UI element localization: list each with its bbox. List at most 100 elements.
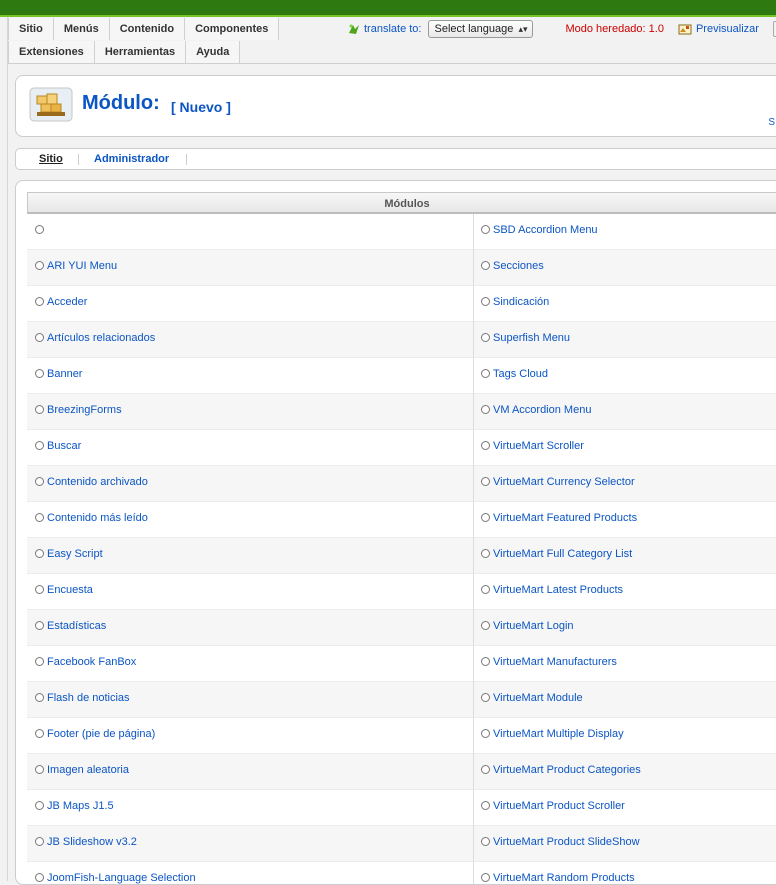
radio-button-icon[interactable] [35, 549, 44, 558]
radio-button-icon[interactable] [35, 729, 44, 738]
module-option[interactable]: Tags Cloud [474, 358, 776, 394]
module-option[interactable]: VirtueMart Product SlideShow [474, 826, 776, 862]
preview-link[interactable]: Previsualizar [696, 23, 759, 35]
menu-herramientas[interactable]: Herramientas [94, 41, 187, 63]
module-name[interactable]: SBD Accordion Menu [493, 223, 598, 237]
module-name[interactable]: Flash de noticias [47, 691, 130, 705]
radio-button-icon[interactable] [481, 801, 490, 810]
module-option[interactable]: ARI YUI Menu [27, 250, 474, 286]
radio-button-icon[interactable] [35, 513, 44, 522]
module-name[interactable]: Sindicación [493, 295, 549, 309]
module-option[interactable]: Banner [27, 358, 474, 394]
radio-button-icon[interactable] [35, 477, 44, 486]
module-option[interactable]: VirtueMart Latest Products [474, 574, 776, 610]
radio-button-icon[interactable] [35, 333, 44, 342]
radio-button-icon[interactable] [35, 585, 44, 594]
radio-button-icon[interactable] [35, 261, 44, 270]
menu-extensiones[interactable]: Extensiones [8, 41, 95, 63]
radio-button-icon[interactable] [481, 369, 490, 378]
toolbar-edge-link[interactable]: S [768, 117, 775, 128]
radio-button-icon[interactable] [481, 261, 490, 270]
radio-button-icon[interactable] [481, 225, 490, 234]
module-option[interactable]: VM Accordion Menu [474, 394, 776, 430]
module-name[interactable]: VirtueMart Login [493, 619, 574, 633]
module-name[interactable]: ARI YUI Menu [47, 259, 117, 273]
module-option[interactable]: Superfish Menu [474, 322, 776, 358]
module-name[interactable]: VirtueMart Multiple Display [493, 727, 624, 741]
module-name[interactable]: VM Accordion Menu [493, 403, 591, 417]
module-option[interactable]: VirtueMart Full Category List [474, 538, 776, 574]
module-option[interactable]: SBD Accordion Menu [474, 214, 776, 250]
module-option[interactable]: Artículos relacionados [27, 322, 474, 358]
module-option[interactable]: VirtueMart Featured Products [474, 502, 776, 538]
menu-contenido[interactable]: Contenido [109, 18, 186, 40]
radio-button-icon[interactable] [481, 513, 490, 522]
module-option[interactable]: Encuesta [27, 574, 474, 610]
module-name[interactable]: VirtueMart Product Scroller [493, 799, 625, 813]
radio-button-icon[interactable] [35, 297, 44, 306]
module-name[interactable]: Estadísticas [47, 619, 106, 633]
menu-ayuda[interactable]: Ayuda [186, 41, 241, 63]
module-option[interactable]: Easy Script [27, 538, 474, 574]
module-option[interactable]: VirtueMart Product Categories [474, 754, 776, 790]
module-name[interactable]: VirtueMart Product SlideShow [493, 835, 640, 849]
radio-button-icon[interactable] [35, 765, 44, 774]
module-option[interactable]: VirtueMart Product Scroller [474, 790, 776, 826]
radio-button-icon[interactable] [481, 765, 490, 774]
menu-menus[interactable]: Menús [53, 18, 110, 40]
radio-button-icon[interactable] [481, 729, 490, 738]
module-option[interactable]: Contenido archivado [27, 466, 474, 502]
module-name[interactable]: Imagen aleatoria [47, 763, 129, 777]
radio-button-icon[interactable] [481, 477, 490, 486]
module-option[interactable]: BreezingForms [27, 394, 474, 430]
module-option[interactable]: VirtueMart Random Products [474, 862, 776, 884]
module-option[interactable]: VirtueMart Multiple Display [474, 718, 776, 754]
module-name[interactable]: VirtueMart Full Category List [493, 547, 632, 561]
module-option[interactable]: Sindicación [474, 286, 776, 322]
module-option[interactable]: Acceder [27, 286, 474, 322]
radio-button-icon[interactable] [481, 297, 490, 306]
module-name[interactable]: Buscar [47, 439, 81, 453]
module-name[interactable]: Tags Cloud [493, 367, 548, 381]
radio-button-icon[interactable] [35, 369, 44, 378]
module-name[interactable]: VirtueMart Scroller [493, 439, 584, 453]
module-name[interactable]: Acceder [47, 295, 87, 309]
radio-button-icon[interactable] [481, 837, 490, 846]
module-name[interactable]: Banner [47, 367, 82, 381]
module-name[interactable]: JB Maps J1.5 [47, 799, 114, 813]
module-option[interactable]: Flash de noticias [27, 682, 474, 718]
module-option[interactable]: Contenido más leído [27, 502, 474, 538]
radio-button-icon[interactable] [481, 333, 490, 342]
module-option[interactable]: Footer (pie de página) [27, 718, 474, 754]
tab-administrador[interactable]: Administrador [94, 153, 169, 165]
module-option[interactable]: Secciones [474, 250, 776, 286]
module-option[interactable] [27, 214, 474, 250]
radio-button-icon[interactable] [481, 657, 490, 666]
module-option[interactable]: Estadísticas [27, 610, 474, 646]
module-name[interactable]: VirtueMart Product Categories [493, 763, 641, 777]
radio-button-icon[interactable] [35, 837, 44, 846]
radio-button-icon[interactable] [35, 801, 44, 810]
radio-button-icon[interactable] [35, 693, 44, 702]
module-name[interactable]: Contenido archivado [47, 475, 148, 489]
menu-componentes[interactable]: Componentes [185, 18, 280, 40]
radio-button-icon[interactable] [35, 621, 44, 630]
radio-button-icon[interactable] [481, 585, 490, 594]
module-option[interactable]: VirtueMart Currency Selector [474, 466, 776, 502]
language-select[interactable]: Select language ▴▾ [428, 20, 534, 38]
module-option[interactable]: Buscar [27, 430, 474, 466]
module-name[interactable]: VirtueMart Currency Selector [493, 475, 635, 489]
module-name[interactable]: BreezingForms [47, 403, 122, 417]
module-option[interactable]: JB Slideshow v3.2 [27, 826, 474, 862]
module-option[interactable]: VirtueMart Scroller [474, 430, 776, 466]
module-option[interactable]: Imagen aleatoria [27, 754, 474, 790]
module-name[interactable]: JB Slideshow v3.2 [47, 835, 137, 849]
radio-button-icon[interactable] [481, 549, 490, 558]
module-name[interactable]: Artículos relacionados [47, 331, 155, 345]
module-option[interactable]: VirtueMart Manufacturers [474, 646, 776, 682]
module-option[interactable]: JoomFish-Language Selection [27, 862, 474, 884]
radio-button-icon[interactable] [35, 657, 44, 666]
module-name[interactable]: Contenido más leído [47, 511, 148, 525]
module-name[interactable]: Facebook FanBox [47, 655, 136, 669]
module-name[interactable]: VirtueMart Module [493, 691, 583, 705]
